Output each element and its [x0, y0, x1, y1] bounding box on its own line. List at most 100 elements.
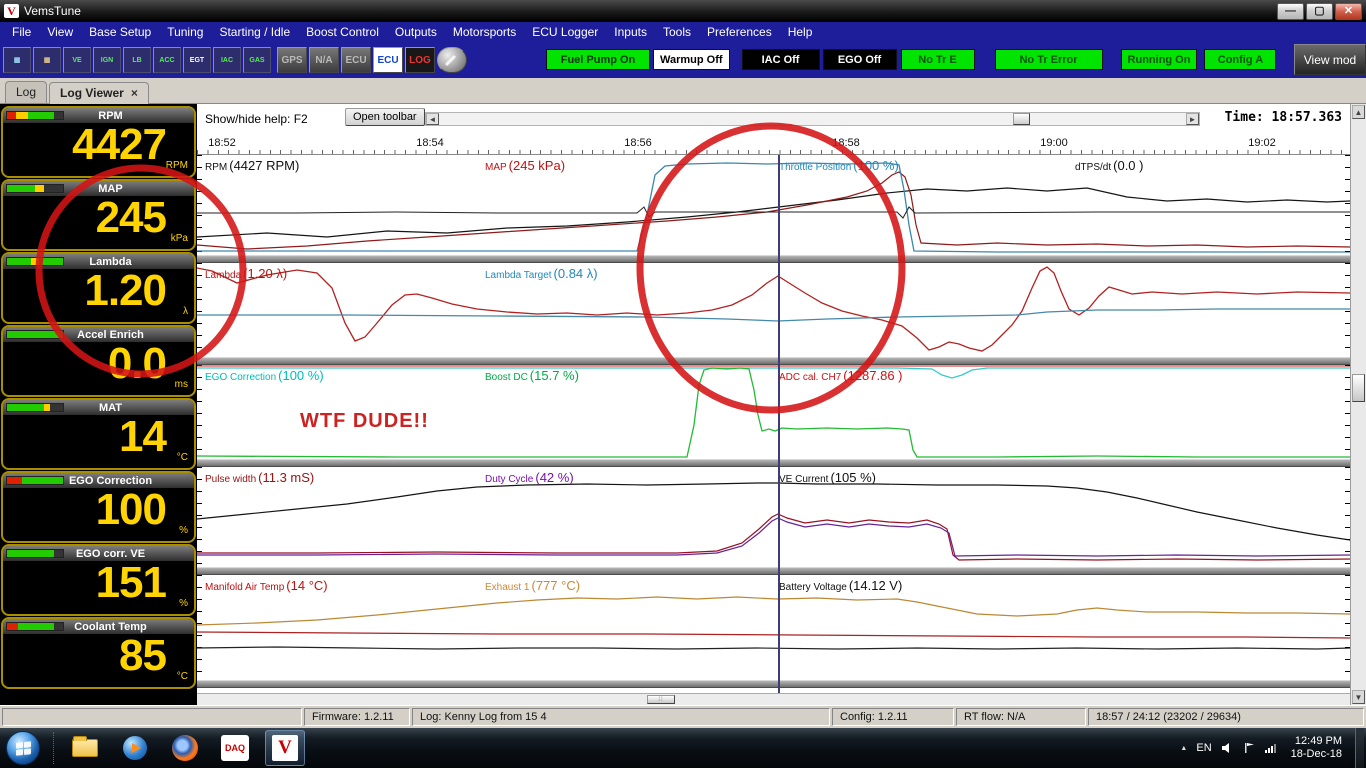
- pane-label-name: Lambda Target: [485, 270, 552, 281]
- firefox-glyph: [172, 735, 198, 761]
- chart-pane-3[interactable]: EGO Correction(100 %)Boost DC(15.7 %)ADC…: [197, 365, 1350, 459]
- menu-item-tuning[interactable]: Tuning: [159, 22, 211, 42]
- menu-item-boost-control[interactable]: Boost Control: [298, 22, 387, 42]
- menu-item-inputs[interactable]: Inputs: [606, 22, 655, 42]
- egt-table-icon[interactable]: EGT: [183, 47, 211, 73]
- view-mode-button[interactable]: View mod: [1294, 44, 1366, 75]
- panes-horizontal-scrollbar[interactable]: ⁞⁞: [197, 693, 1350, 705]
- gauge-bar-segment: [18, 623, 53, 630]
- status-ego-off[interactable]: EGO Off: [823, 49, 897, 70]
- tab-log-viewer[interactable]: Log Viewer×: [49, 82, 149, 104]
- scrollbar-thumb[interactable]: ⁞⁞: [647, 695, 675, 704]
- gauge-mat: MAT14°C: [1, 398, 196, 470]
- time-ruler[interactable]: 18:5218:5418:5618:5819:0019:02: [197, 133, 1350, 155]
- menu-item-ecu-logger[interactable]: ECU Logger: [524, 22, 606, 42]
- lambda-table-icon-glyph: LB: [132, 57, 141, 64]
- gauge-bar: [6, 111, 64, 120]
- minimize-button[interactable]: —: [1277, 3, 1304, 20]
- gauge-bar-segment: [7, 331, 63, 338]
- gauge-bar: [6, 403, 64, 412]
- chart-pane-4[interactable]: Pulse width(11.3 mS)Duty Cycle(42 %)VE C…: [197, 467, 1350, 567]
- log-map-icon-glyph: ▦: [44, 56, 51, 64]
- windows-explorer-icon[interactable]: [65, 730, 105, 766]
- ve-table-icon[interactable]: VE: [63, 47, 91, 73]
- network-icon[interactable]: [1264, 742, 1278, 754]
- menu-item-tools[interactable]: Tools: [655, 22, 699, 42]
- pane-label-value: (42 %): [535, 470, 573, 485]
- status-running-on[interactable]: Running On: [1121, 49, 1198, 70]
- open-toolbar-button[interactable]: Open toolbar: [345, 108, 425, 126]
- ecu-dim-button[interactable]: ECU: [341, 47, 371, 73]
- close-button[interactable]: ✕: [1335, 3, 1362, 20]
- iac-table-icon[interactable]: IAC: [213, 47, 241, 73]
- gauge-unit: °C: [177, 671, 188, 682]
- scrollbar-thumb[interactable]: [1352, 374, 1365, 402]
- gas-table-icon[interactable]: GAS: [243, 47, 271, 73]
- gauge-value: 245: [96, 193, 166, 243]
- clock[interactable]: 12:49 PM 18-Dec-18: [1291, 735, 1342, 761]
- start-button[interactable]: [6, 731, 40, 765]
- menu-item-file[interactable]: File: [4, 22, 39, 42]
- menu-item-motorsports[interactable]: Motorsports: [445, 22, 524, 42]
- chart-pane-5[interactable]: Manifold Air Temp(14 °C)Exhaust 1(777 °C…: [197, 575, 1350, 680]
- menu-item-help[interactable]: Help: [780, 22, 821, 42]
- status-no-tr-e[interactable]: No Tr E: [901, 49, 975, 70]
- lambda-table-icon[interactable]: LB: [123, 47, 151, 73]
- status-config-a[interactable]: Config A: [1204, 49, 1276, 70]
- action-center-flag-icon[interactable]: [1243, 742, 1255, 754]
- status-warmup-off[interactable]: Warmup Off: [653, 49, 730, 70]
- scroll-left-icon[interactable]: ◄: [426, 113, 439, 125]
- gauge-value: 1.20: [84, 266, 166, 316]
- scroll-right-icon[interactable]: ►: [1186, 113, 1199, 125]
- chart-horizontal-scrollbar[interactable]: ◄ ►: [425, 112, 1200, 126]
- menu-item-base-setup[interactable]: Base Setup: [81, 22, 159, 42]
- wrench-wrench-button[interactable]: [437, 47, 467, 73]
- pane-label-value: (1.20 λ): [243, 266, 287, 281]
- config-map-icon-glyph: ▦: [14, 56, 21, 64]
- gauge-bar-segment: [54, 550, 63, 557]
- pane-label-name: ADC cal. CH7: [779, 372, 841, 383]
- pane-label-value: (0.84 λ): [554, 266, 598, 281]
- status-iac-off[interactable]: IAC Off: [742, 49, 820, 70]
- ecu-inecu-button[interactable]: ECU: [373, 47, 403, 73]
- vertical-scrollbar[interactable]: ▲ ▼: [1350, 104, 1366, 705]
- menu-item-outputs[interactable]: Outputs: [387, 22, 445, 42]
- acc-table-icon-glyph: ACC: [159, 57, 174, 64]
- gauge-bar-segment: [54, 112, 63, 119]
- maximize-button[interactable]: ▢: [1306, 3, 1333, 20]
- vemstune-icon[interactable]: V: [265, 730, 305, 766]
- gauge-bar: [6, 184, 64, 193]
- boost-dc-trace: [197, 368, 1350, 457]
- gps-dim-button[interactable]: GPS: [277, 47, 307, 73]
- scroll-up-icon[interactable]: ▲: [1352, 105, 1365, 119]
- firefox-icon[interactable]: [165, 730, 205, 766]
- idaq-icon[interactable]: DAQ: [215, 730, 255, 766]
- gauge-bar-segment: [7, 550, 54, 557]
- ign-table-icon[interactable]: IGN: [93, 47, 121, 73]
- pane-2-plot: [197, 263, 1350, 357]
- config-map-icon[interactable]: ▦: [3, 47, 31, 73]
- gauge-coolant-temp: Coolant Temp85°C: [1, 617, 196, 689]
- log-map-icon[interactable]: ▦: [33, 47, 61, 73]
- language-indicator[interactable]: EN: [1196, 742, 1211, 754]
- acc-table-icon[interactable]: ACC: [153, 47, 181, 73]
- chart-pane-1[interactable]: RPM(4427 RPM)MAP(245 kPa)Throttle Positi…: [197, 155, 1350, 255]
- menu-item-starting-idle[interactable]: Starting / Idle: [211, 22, 298, 42]
- n-a-dim-button[interactable]: N/A: [309, 47, 339, 73]
- gauge-lambda: Lambda1.20λ: [1, 252, 196, 324]
- scrollbar-thumb[interactable]: [1013, 113, 1030, 125]
- media-player-icon[interactable]: [115, 730, 155, 766]
- speaker-icon[interactable]: [1221, 742, 1234, 754]
- chart-pane-2[interactable]: Lambda(1.20 λ)Lambda Target(0.84 λ): [197, 263, 1350, 357]
- gauge-value: 100: [96, 485, 166, 535]
- tray-expand-icon[interactable]: ▲: [1180, 745, 1187, 752]
- show-desktop-button[interactable]: [1355, 728, 1364, 768]
- menu-item-preferences[interactable]: Preferences: [699, 22, 780, 42]
- menu-item-view[interactable]: View: [39, 22, 81, 42]
- tab-close-icon[interactable]: ×: [131, 86, 138, 100]
- log-log-button[interactable]: LOG: [405, 47, 435, 73]
- scroll-down-icon[interactable]: ▼: [1352, 690, 1365, 704]
- status-no-tr-error[interactable]: No Tr Error: [995, 49, 1103, 70]
- status-fuel-pump-on[interactable]: Fuel Pump On: [546, 49, 650, 70]
- tab-log[interactable]: Log: [5, 81, 47, 103]
